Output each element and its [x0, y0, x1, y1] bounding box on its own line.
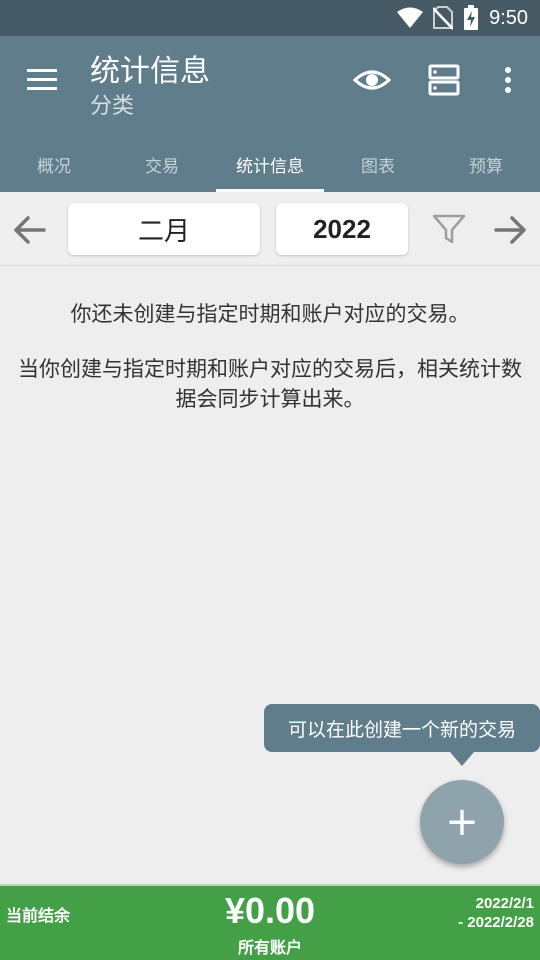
month-selector[interactable]: 二月 [68, 203, 260, 255]
status-bar: 9:50 [0, 0, 540, 36]
accounts-label: 所有账户 [237, 938, 302, 957]
year-selector[interactable]: 2022 [276, 203, 408, 255]
battery-charging-icon [464, 5, 479, 30]
app-bar: 统计信息 分类 概况 交易 统计信息 图表 预算 [0, 36, 540, 192]
wifi-icon [397, 7, 424, 28]
status-time: 9:50 [489, 6, 528, 29]
create-transaction-tooltip: 可以在此创建一个新的交易 [264, 704, 540, 766]
empty-state-message: 你还未创建与指定时期和账户对应的交易。 [70, 302, 470, 326]
balance-footer[interactable]: 当前结余 ¥0.00 所有账户 2022/2/1 - 2022/2/28 [0, 884, 540, 960]
tab-budget[interactable]: 预算 [432, 136, 540, 192]
tab-overview[interactable]: 概况 [0, 136, 108, 192]
date-range-end: - 2022/2/28 [458, 914, 534, 931]
view-list-icon[interactable] [426, 62, 462, 98]
tab-statistics[interactable]: 统计信息 [216, 136, 324, 192]
empty-state-hint: 当你创建与指定时期和账户对应的交易后，相关统计数据会同步计算出来。 [18, 357, 522, 411]
date-range: 2022/2/1 - 2022/2/28 [458, 894, 534, 932]
previous-period-arrow-icon[interactable] [10, 210, 50, 250]
date-range-start: 2022/2/1 [475, 895, 534, 912]
tab-bar: 概况 交易 统计信息 图表 预算 [0, 136, 540, 192]
more-vert-icon[interactable] [496, 62, 520, 98]
plus-icon: + [445, 799, 479, 845]
no-sim-icon [433, 6, 454, 30]
next-period-arrow-icon[interactable] [490, 210, 530, 250]
tab-charts[interactable]: 图表 [324, 136, 432, 192]
eye-icon[interactable] [352, 60, 392, 100]
menu-icon[interactable] [22, 62, 62, 98]
page-subtitle: 分类 [90, 94, 135, 119]
tab-transactions[interactable]: 交易 [108, 136, 216, 192]
period-selector: 二月 2022 [0, 192, 540, 266]
add-transaction-button[interactable]: + [420, 780, 504, 864]
page-title: 统计信息 [90, 54, 210, 89]
filter-icon[interactable] [430, 210, 468, 248]
